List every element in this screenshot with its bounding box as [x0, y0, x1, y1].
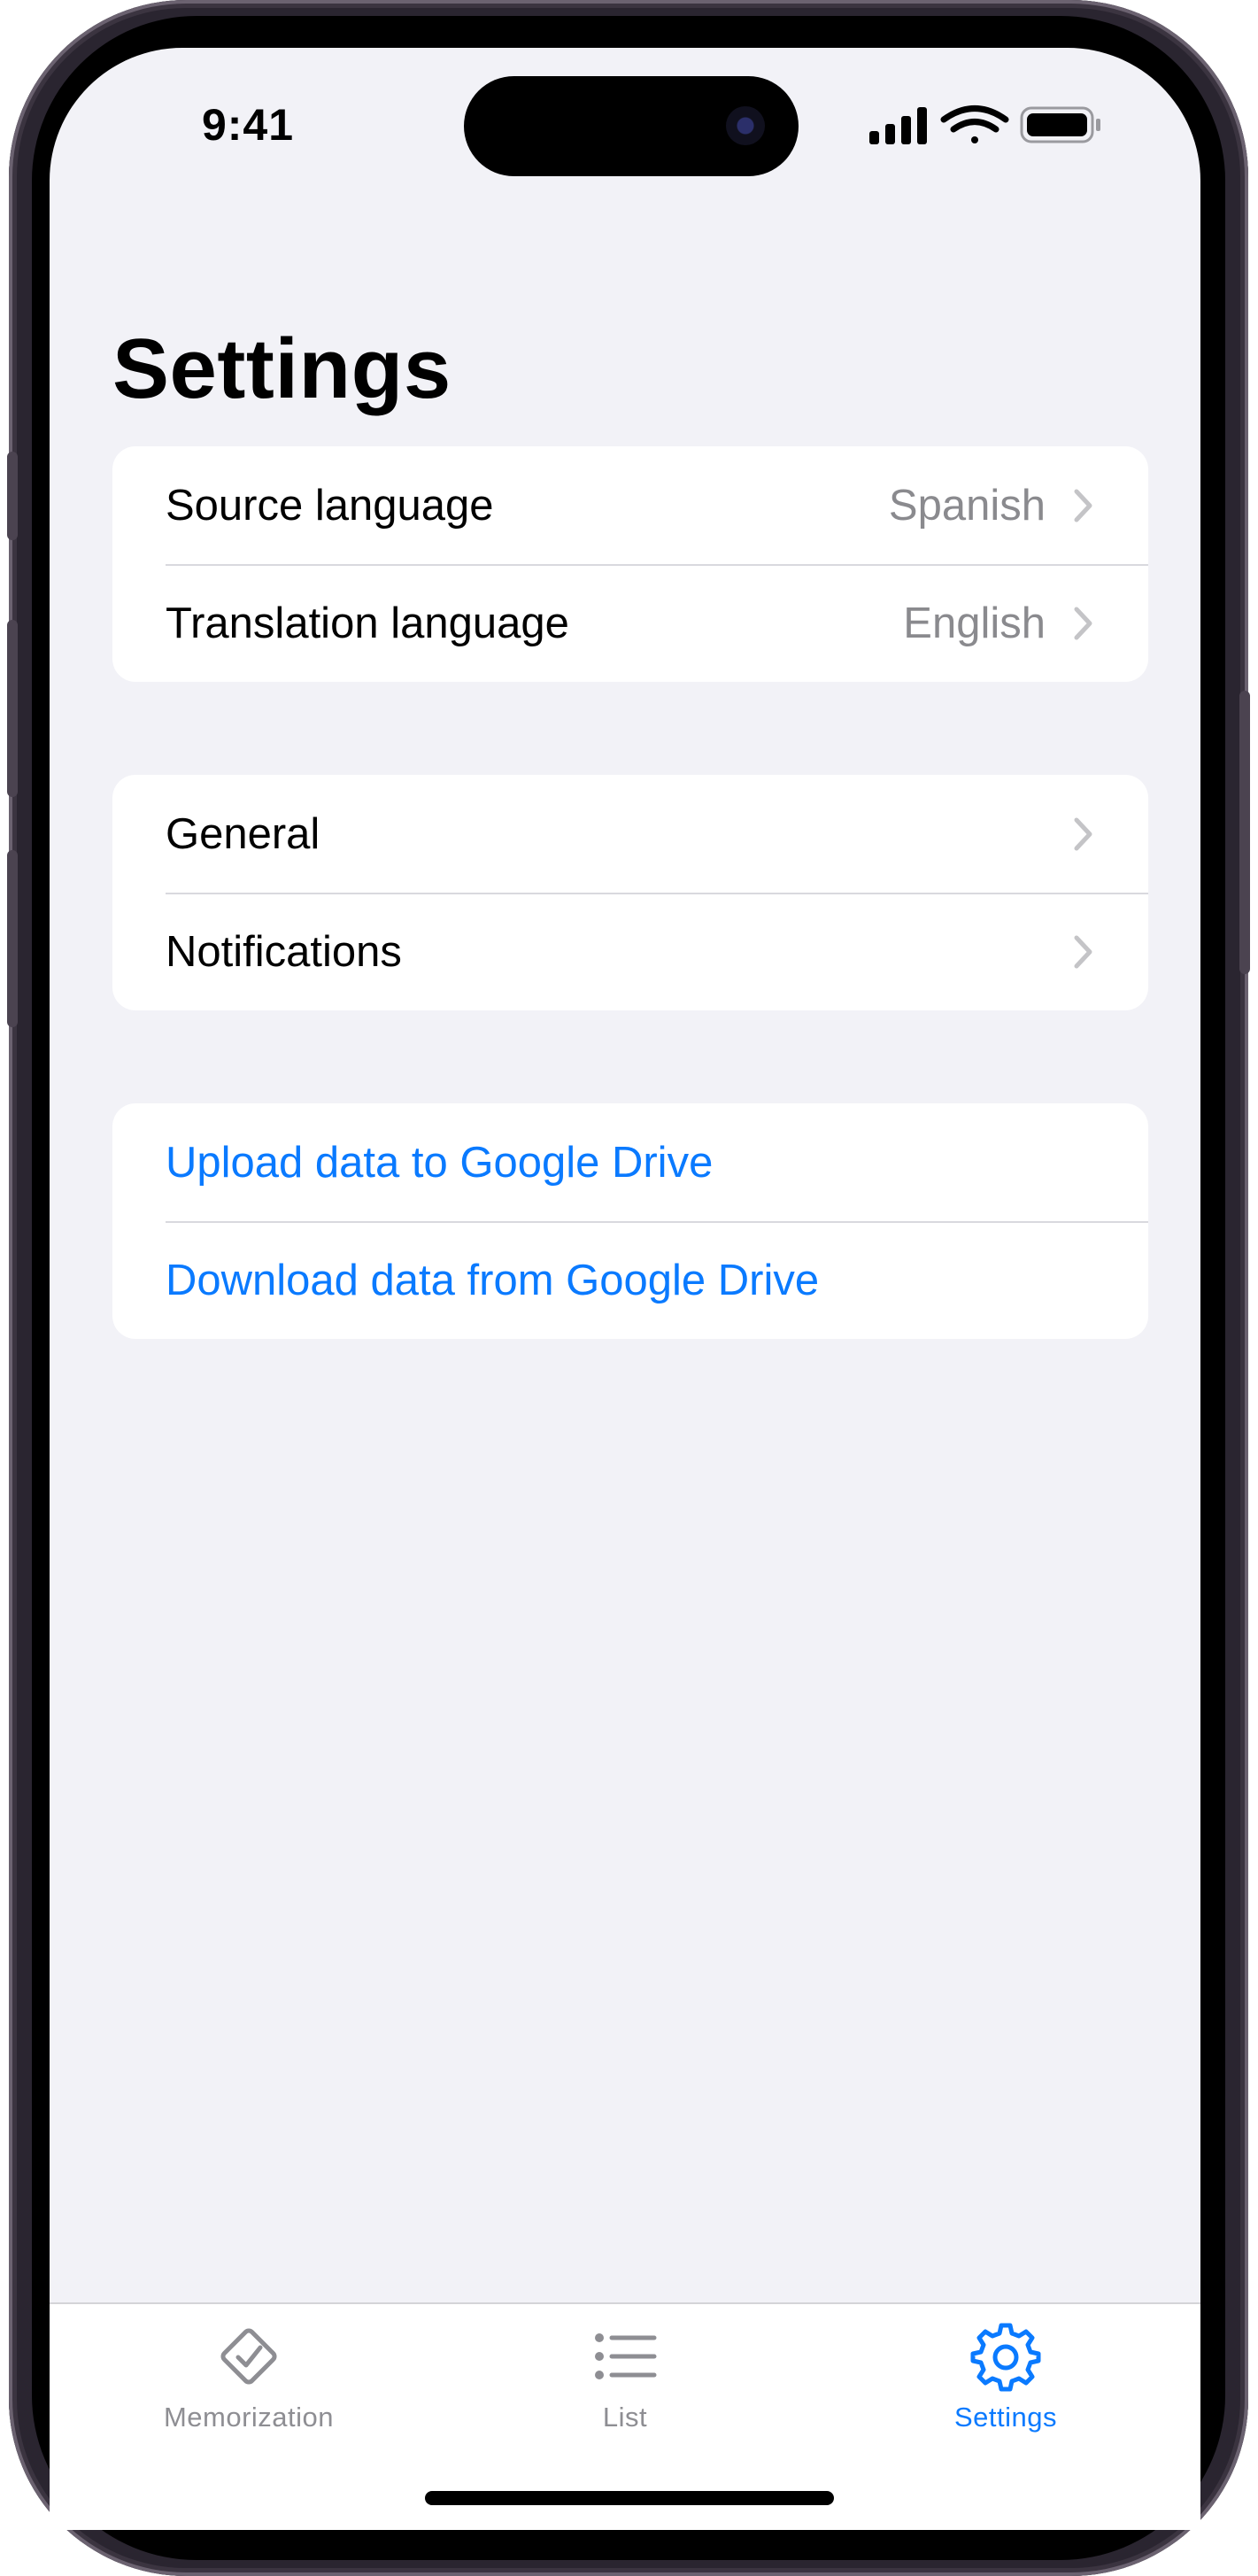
- translation-language-row[interactable]: Translation language English: [112, 564, 1148, 682]
- page-title: Settings: [112, 321, 451, 416]
- preferences-group: General Notifications: [112, 775, 1148, 1010]
- tab-memorization-label: Memorization: [163, 2402, 335, 2433]
- gear-icon: [970, 2323, 1041, 2392]
- chevron-right-icon: [1074, 935, 1092, 968]
- wifi-icon: [940, 105, 1009, 143]
- download-data-label: Download data from Google Drive: [166, 1256, 820, 1304]
- source-language-row[interactable]: Source language Spanish: [112, 446, 1148, 564]
- diamond-checkmark-icon: [220, 2328, 277, 2385]
- general-label: General: [166, 809, 320, 858]
- tab-settings-label: Settings: [953, 2402, 1057, 2433]
- notifications-label: Notifications: [166, 927, 402, 976]
- status-time: 9:41: [201, 100, 295, 150]
- upload-data-button[interactable]: Upload data to Google Drive: [112, 1103, 1148, 1221]
- translation-language-label: Translation language: [166, 599, 569, 647]
- dynamic-island: [464, 76, 799, 176]
- google-drive-group: Upload data to Google Drive Download dat…: [112, 1103, 1148, 1339]
- general-row[interactable]: General: [112, 775, 1148, 893]
- chevron-right-icon: [1074, 817, 1092, 850]
- action-button: [7, 452, 18, 540]
- translation-language-value: English: [903, 599, 1046, 647]
- language-settings-group: Source language Spanish Translation lang…: [112, 446, 1148, 682]
- source-language-value: Spanish: [888, 481, 1046, 530]
- volume-up-button: [7, 620, 18, 797]
- tab-list[interactable]: List: [492, 2318, 758, 2433]
- notifications-row[interactable]: Notifications: [112, 893, 1148, 1010]
- chevron-right-icon: [1074, 607, 1092, 639]
- front-camera: [726, 106, 765, 145]
- list-bullet-icon: [595, 2333, 657, 2379]
- source-language-label: Source language: [166, 481, 494, 530]
- volume-down-button: [7, 850, 18, 1027]
- upload-data-label: Upload data to Google Drive: [166, 1138, 714, 1187]
- tab-settings[interactable]: Settings: [873, 2318, 1138, 2433]
- cellular-signal-icon: [869, 107, 927, 144]
- tab-memorization[interactable]: Memorization: [116, 2318, 382, 2433]
- download-data-button[interactable]: Download data from Google Drive: [112, 1221, 1148, 1339]
- battery-icon: [1020, 106, 1100, 143]
- status-icons: [869, 105, 1100, 144]
- tab-list-label: List: [602, 2402, 648, 2433]
- chevron-right-icon: [1074, 489, 1092, 522]
- home-indicator[interactable]: [425, 2491, 834, 2505]
- power-button: [1239, 691, 1250, 974]
